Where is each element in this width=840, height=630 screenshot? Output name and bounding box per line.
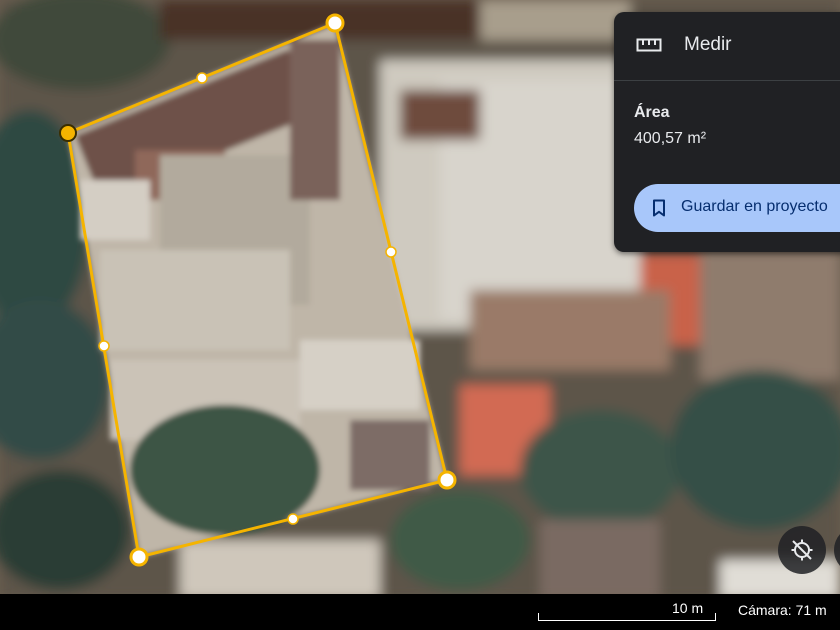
- area-label: Área: [634, 104, 670, 121]
- midpoint-handle[interactable]: [287, 513, 299, 525]
- midpoint-handle[interactable]: [385, 246, 397, 258]
- vertex-handle-active[interactable]: [59, 124, 77, 142]
- panel-divider: [614, 80, 840, 81]
- compass-button[interactable]: [778, 526, 826, 574]
- vertex-handle[interactable]: [129, 547, 149, 567]
- area-value: 400,57 m²: [634, 130, 707, 147]
- ruler-icon: [636, 38, 662, 52]
- camera-altitude: Cámara: 71 m: [738, 602, 827, 618]
- bookmark-icon: [653, 199, 665, 217]
- save-to-project-button[interactable]: Guardar en proyecto: [634, 184, 840, 232]
- measure-panel: Medir Área 400,57 m² Guardar en proyecto: [614, 12, 840, 252]
- measure-title: Medir: [684, 34, 732, 55]
- save-to-project-label: Guardar en proyecto: [681, 198, 828, 215]
- scale-label: 10 m: [672, 600, 704, 616]
- midpoint-handle[interactable]: [196, 72, 208, 84]
- vertex-handle[interactable]: [325, 13, 345, 33]
- compass-off-icon: [791, 539, 813, 561]
- measure-panel-header: Medir: [614, 12, 840, 78]
- midpoint-handle[interactable]: [98, 340, 110, 352]
- map-viewer: Medir Área 400,57 m² Guardar en proyecto…: [0, 0, 840, 630]
- status-bar: 10 m Cámara: 71 m: [0, 594, 840, 630]
- vertex-handle[interactable]: [437, 470, 457, 490]
